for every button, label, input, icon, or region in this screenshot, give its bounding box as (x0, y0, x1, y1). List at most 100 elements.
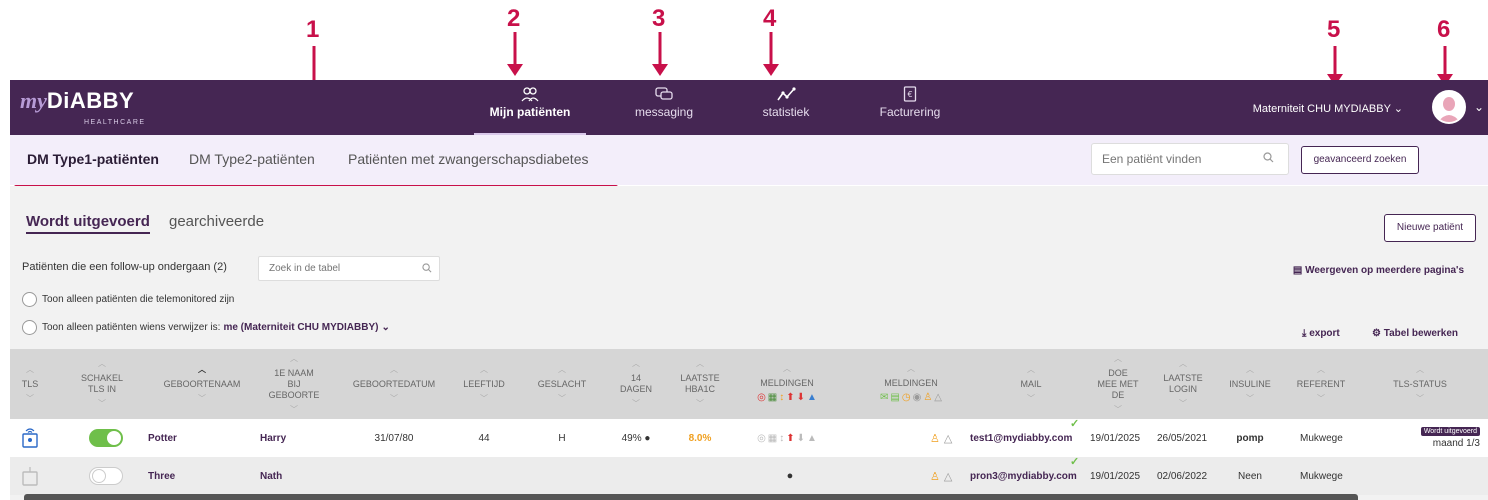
arrow-down-icon: ⬇ (796, 432, 806, 444)
patient-firstname[interactable]: Harry (260, 433, 286, 444)
top-navbar: myDiABBY HEALTHCARE Mijn patiënten messa… (10, 80, 1488, 135)
nav-messaging[interactable]: messaging (624, 86, 704, 132)
export-link[interactable]: ⤓ export (1302, 328, 1340, 339)
referrer-chevron-icon[interactable]: ⌄ (381, 322, 389, 333)
telemonitored-radio[interactable] (22, 292, 37, 307)
referrer-label: Toon alleen patiënten wiens verwijzer is… (42, 322, 221, 333)
col-leeftijd[interactable]: ︿ LEEFTIJD ﹀ (452, 349, 516, 419)
mydiabby-logo[interactable]: myDiABBY HEALTHCARE (20, 88, 144, 126)
svg-text:€: € (907, 90, 912, 99)
telemonitored-label: Toon alleen patiënten die telemonitored … (42, 294, 235, 305)
nav-my-patients-label: Mijn patiënten (489, 105, 571, 119)
mail-cell: test1@mydiabby.com (970, 419, 1082, 457)
col-geboortenaam[interactable]: ︿ GEBOORTENAAM ﹀ (146, 349, 258, 419)
export-icon: ⤓ (1302, 328, 1307, 339)
follow-up-count: Patiënten die een follow-up ondergaan (2… (22, 261, 227, 273)
col-dagen[interactable]: ︿ 14 DAGEN ﹀ (606, 349, 666, 419)
tab-dm-type2[interactable]: DM Type2-patiënten (189, 151, 315, 167)
invoice-icon: € (903, 86, 917, 102)
col-doe-mee-l3: DE (1111, 389, 1125, 400)
col-login-l1: LAATSTE (1163, 373, 1203, 383)
clinic-selector[interactable]: Materniteit CHU MYDIABBY ⌄ (1253, 102, 1403, 115)
new-patient-button[interactable]: Nieuwe patiënt (1384, 214, 1476, 242)
avatar[interactable] (1432, 90, 1466, 124)
bell-icon: △ (934, 392, 942, 403)
logo-my: my (20, 88, 47, 113)
col-referent[interactable]: ︿ REFERENT ﹀ (1286, 349, 1356, 419)
tablet-icon[interactable] (21, 427, 39, 449)
referrer-radio[interactable] (22, 320, 37, 335)
col-tls[interactable]: ︿ TLS ﹀ (10, 349, 50, 419)
tab-in-progress[interactable]: Wordt uitgevoerd (26, 213, 150, 234)
info-icon[interactable]: ● (644, 433, 650, 444)
tls-toggle[interactable] (89, 467, 123, 485)
col-doe-mee[interactable]: ︿ DOE MEE MET DE ﹀ (1086, 349, 1150, 419)
info-icon[interactable]: ● (787, 470, 794, 482)
col-meldingen-1[interactable]: ︿ MELDINGEN ◎ ▦ ↕ ⬆ ⬇ ▲ (732, 349, 842, 419)
hba1c-value: 8.0% (688, 432, 712, 444)
multi-page-link[interactable]: ▤ Weergeven op meerdere pagina's (1293, 265, 1464, 276)
col-meldingen-2-label: MELDINGEN (884, 378, 938, 388)
status-badge: Wordt uitgevoerd (1420, 427, 1480, 436)
advanced-search-button[interactable]: geavanceerd zoeken (1301, 146, 1419, 174)
tls-toggle[interactable] (89, 429, 123, 447)
verified-check-icon: ✓ (1070, 456, 1080, 468)
gear-icon: ⚙ (1372, 328, 1381, 339)
col-hba1c[interactable]: ︿ LAATSTE HBA1C ﹀ (668, 349, 732, 419)
referrer-filter[interactable]: Toon alleen patiënten wiens verwijzer is… (22, 320, 390, 335)
alert-icons-2: ✉ ▤ ◷ ◉ ♙ △ (880, 392, 942, 403)
hba1c-cell: 8.0% (668, 419, 732, 457)
tls-toggle-cell (86, 457, 126, 495)
mail-icon: ✉ (880, 392, 889, 403)
nav-messaging-label: messaging (634, 105, 694, 119)
patient-email[interactable]: test1@mydiabby.com (970, 433, 1072, 444)
col-geslacht[interactable]: ︿ GESLACHT ﹀ (526, 349, 598, 419)
tab-dm-type1[interactable]: DM Type1-patiënten (27, 151, 159, 167)
patient-lastname[interactable]: Potter (148, 433, 177, 444)
col-meldingen-2[interactable]: ︿ MELDINGEN ✉ ▤ ◷ ◉ ♙ △ (846, 349, 976, 419)
col-eerste-naam[interactable]: ︿ 1E NAAM BIJ GEBOORTE ﹀ (254, 349, 334, 419)
col-schakel[interactable]: ︿ SCHAKEL TLS IN ﹀ (62, 349, 142, 419)
export-label: export (1309, 328, 1340, 339)
col-meldingen-1-label: MELDINGEN (760, 378, 814, 388)
col-geboortedatum[interactable]: ︿ GEBOORTEDATUM ﹀ (340, 349, 448, 419)
table-search-input[interactable] (258, 256, 440, 281)
tls-cell (10, 457, 50, 495)
tab-archived[interactable]: gearchiveerde (169, 213, 264, 230)
col-tls-status[interactable]: ︿ TLS-STATUS ﹀ (1370, 349, 1470, 419)
arrow-up-icon: ⬆ (786, 432, 795, 444)
patient-firstname[interactable]: Nath (260, 471, 282, 482)
tab-gestational-diabetes[interactable]: Patiënten met zwangerschapsdiabetes (348, 151, 588, 167)
patient-lastname[interactable]: Three (148, 471, 175, 482)
nav-invoicing[interactable]: € Facturering (870, 86, 950, 132)
table-row[interactable]: Three Nath ● ♙ △ pron3@mydiabby.com ✓ 19/… (10, 456, 1488, 495)
login-cell: 02/06/2022 (1156, 470, 1208, 482)
nav-invoicing-label: Facturering (879, 105, 941, 119)
col-tls-status-label: TLS-STATUS (1393, 378, 1447, 389)
col-mail[interactable]: ︿ MAIL ﹀ (976, 349, 1086, 419)
multi-page-label: Weergeven op meerdere pagina's (1305, 265, 1464, 276)
referent-cell: Mukwege (1300, 470, 1343, 482)
avatar-chevron-icon[interactable]: ⌄ (1474, 100, 1484, 114)
logo-diabby: DiABBY (46, 88, 135, 113)
col-insuline[interactable]: ︿ INSULINE ﹀ (1220, 349, 1280, 419)
col-geslacht-label: GESLACHT (537, 378, 587, 389)
telemonitored-filter[interactable]: Toon alleen patiënten die telemonitored … (22, 292, 234, 307)
bell-icon: △ (943, 432, 953, 445)
clinic-name: Materniteit CHU MYDIABBY (1252, 103, 1391, 115)
table-row[interactable]: Potter Harry 31/07/80 44 H 49% ● 8.0% ◎ ▦… (10, 418, 1488, 457)
referrer-value[interactable]: me (Materniteit CHU MYDIABBY) (223, 322, 378, 333)
nav-my-patients[interactable]: Mijn patiënten (474, 86, 586, 135)
nav-statistics[interactable]: statistiek (746, 86, 826, 132)
arrow-up-icon: ⬆ (786, 392, 795, 403)
nav-statistics-label: statistiek (762, 105, 810, 119)
doe-mee-cell: 19/01/2025 (1089, 432, 1141, 444)
alerts-1-cell: ◎ ▦ ↕ ⬆ ⬇ ▲ (732, 419, 842, 457)
horizontal-scrollbar[interactable] (24, 494, 1358, 500)
patient-search-input[interactable] (1091, 143, 1289, 175)
patient-email[interactable]: pron3@mydiabby.com (970, 471, 1077, 482)
col-leeftijd-label: LEEFTIJD (463, 378, 505, 389)
tablet-icon[interactable] (21, 465, 39, 487)
edit-table-link[interactable]: ⚙ Tabel bewerken (1372, 328, 1458, 339)
col-laatste-login[interactable]: ︿ LAATSTE LOGIN ﹀ (1150, 349, 1216, 419)
